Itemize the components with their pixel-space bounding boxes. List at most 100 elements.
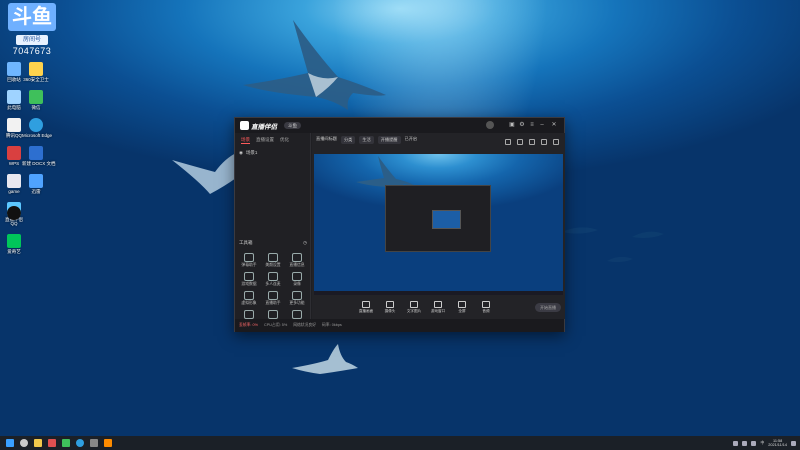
layout-icon[interactable] — [505, 139, 511, 145]
manta-ray-distant-1 — [562, 227, 598, 234]
mute-icon[interactable] — [541, 139, 547, 145]
notice-value[interactable]: 已开启 — [405, 136, 418, 142]
taskbar-app-icon[interactable] — [90, 439, 98, 447]
left-tabs: 场景 直播设置 优化 — [235, 133, 310, 148]
file-icon — [7, 174, 21, 188]
room-title-label[interactable]: 直播间标题 — [316, 136, 337, 142]
status-bar: 丢帧率: 0% CPU占用: 5% 网络状况良好 码率: 0kbps — [235, 319, 564, 332]
settings-icon[interactable]: ⚙ — [518, 121, 526, 129]
stream-room-badge: 斗鱼 房间号 7047673 — [4, 0, 64, 58]
tool-game-data[interactable]: 游戏数据 — [237, 272, 261, 287]
monitor-icon — [362, 301, 370, 308]
status-cpu: CPU占用: 5% — [264, 323, 288, 327]
category-label: 分类 — [340, 136, 356, 144]
tab-scene[interactable]: 场景 — [241, 137, 250, 144]
preview-taskbar — [314, 291, 563, 295]
live-preview[interactable] — [314, 154, 563, 295]
tray-up-icon[interactable] — [733, 440, 739, 446]
search-icon[interactable] — [20, 439, 28, 447]
skin-icon[interactable]: ▣ — [508, 121, 516, 129]
tool-more[interactable]: 更多功能 — [285, 291, 309, 306]
toolbox-settings-icon[interactable]: ◷ — [303, 240, 307, 246]
scene-item[interactable]: ◉ 场景1 — [235, 148, 310, 158]
file-explorer-icon[interactable] — [34, 439, 42, 447]
assistant-icon — [268, 291, 278, 300]
main-area: 直播间标题 分类 生活 开播提醒 已开启 直播画面 摄像头 文字图片 游戏窗口 … — [312, 133, 565, 319]
computer-icon — [7, 90, 21, 104]
source-camera[interactable]: 摄像头 — [380, 301, 400, 314]
desktop-icon-tencent-qq[interactable]: QQ — [0, 206, 28, 226]
status-dropped-frames: 丢帧率: 0% — [239, 323, 258, 327]
tool-multi-mic[interactable]: 多人连麦 — [261, 272, 285, 287]
platform-chip[interactable]: 斗鱼 — [284, 122, 301, 129]
nested-preview — [432, 210, 461, 229]
taskbar-app-red-icon[interactable] — [48, 439, 56, 447]
beauty-icon — [268, 253, 278, 262]
manta-ray-distant-3 — [607, 256, 633, 263]
minimize-icon[interactable]: – — [538, 121, 546, 129]
qq-penguin-icon — [7, 206, 21, 220]
avatar-tool-icon — [244, 291, 254, 300]
menu-icon[interactable]: ≡ — [528, 121, 536, 129]
speaker-icon — [482, 301, 490, 308]
desktop: 斗鱼 房间号 7047673 回收站 此电脑 360安全卫士 腾讯QQ 微信 W… — [0, 0, 800, 436]
status-network: 网络状况良好 — [293, 323, 316, 327]
taskbar-live-icon[interactable] — [104, 439, 112, 447]
tool-danmu[interactable]: 弹幕助手 — [237, 253, 261, 268]
source-fullscreen[interactable]: 全屏 — [452, 301, 472, 314]
category-value[interactable]: 生活 — [359, 136, 374, 144]
clock[interactable]: 11:58 2021/11/14 — [768, 439, 787, 448]
desktop-icon-wechat[interactable]: 微信 — [22, 90, 50, 110]
taskbar: 中 11:58 2021/11/14 — [0, 436, 800, 450]
room-number-tag: 房间号 — [16, 35, 48, 45]
close-icon[interactable]: ✕ — [550, 121, 558, 129]
screenshot-icon[interactable] — [529, 139, 535, 145]
iqiyi-icon — [7, 234, 21, 248]
live-assistant-window: 直播伴侣 斗鱼 ▣ ⚙ ≡ – ✕ 场景 直播设置 优化 ◉ 场景1 工具箱 ◷ — [234, 117, 565, 332]
volume-icon[interactable] — [751, 440, 757, 446]
share-top-icon[interactable] — [553, 139, 559, 145]
wps-icon — [7, 146, 21, 160]
notification-icon[interactable] — [791, 440, 796, 446]
taskbar-wechat-icon[interactable] — [62, 439, 70, 447]
tool-live-info[interactable]: 直播信息 — [285, 253, 309, 268]
avatar-icon[interactable] — [486, 121, 494, 129]
tool-beauty[interactable]: 美颜设置 — [261, 253, 285, 268]
recycle-bin-icon — [7, 62, 21, 76]
manta-ray-distant-2 — [632, 231, 664, 238]
manta-ray-large — [243, 20, 386, 110]
desktop-icon-360[interactable]: 360安全卫士 — [22, 62, 50, 82]
camera-icon[interactable] — [517, 139, 523, 145]
wechat-icon — [29, 90, 43, 104]
source-text-image[interactable]: 文字图片 — [404, 301, 424, 314]
eye-icon[interactable]: ◉ — [239, 150, 243, 156]
nested-app-preview — [385, 185, 491, 252]
taskbar-edge-icon[interactable] — [76, 439, 84, 447]
tool-avatar[interactable]: 虚拟形象 — [237, 291, 261, 306]
game-data-icon — [244, 272, 254, 281]
tab-optimize[interactable]: 优化 — [280, 137, 289, 144]
source-screen[interactable]: 直播画面 — [356, 301, 376, 314]
start-icon[interactable] — [6, 439, 14, 447]
network-icon[interactable] — [742, 440, 748, 446]
manta-ray-bottom — [292, 344, 358, 374]
notice-label: 开播提醒 — [377, 136, 401, 144]
desktop-icon-iqiyi[interactable]: 爱奇艺 — [0, 234, 28, 254]
desktop-icon-edge[interactable]: Microsoft Edge — [22, 118, 52, 138]
info-icon — [292, 253, 302, 262]
tool-assistant[interactable]: 直播助手 — [261, 291, 285, 306]
toolbox-header: 工具箱 ◷ — [239, 240, 307, 246]
start-live-button[interactable]: 开始直播 — [535, 303, 561, 312]
source-audio[interactable]: 音频 — [476, 301, 496, 314]
desktop-icon-docx[interactable]: 新建 DOCX 文档 — [22, 146, 56, 166]
source-toolbar: 直播画面 摄像头 文字图片 游戏窗口 全屏 音频 — [312, 296, 565, 319]
tab-live-settings[interactable]: 直播设置 — [256, 137, 274, 144]
source-game-window[interactable]: 游戏窗口 — [428, 301, 448, 314]
desktop-icon-thunder[interactable]: 迅雷 — [22, 174, 50, 194]
title-bar[interactable]: 直播伴侣 斗鱼 ▣ ⚙ ≡ – ✕ — [235, 118, 564, 133]
share-icon — [292, 310, 302, 319]
app-logo: 直播伴侣 — [240, 121, 278, 131]
tool-record[interactable]: 录像 — [285, 272, 309, 287]
ime-indicator[interactable]: 中 — [760, 441, 764, 446]
record-icon — [292, 272, 302, 281]
